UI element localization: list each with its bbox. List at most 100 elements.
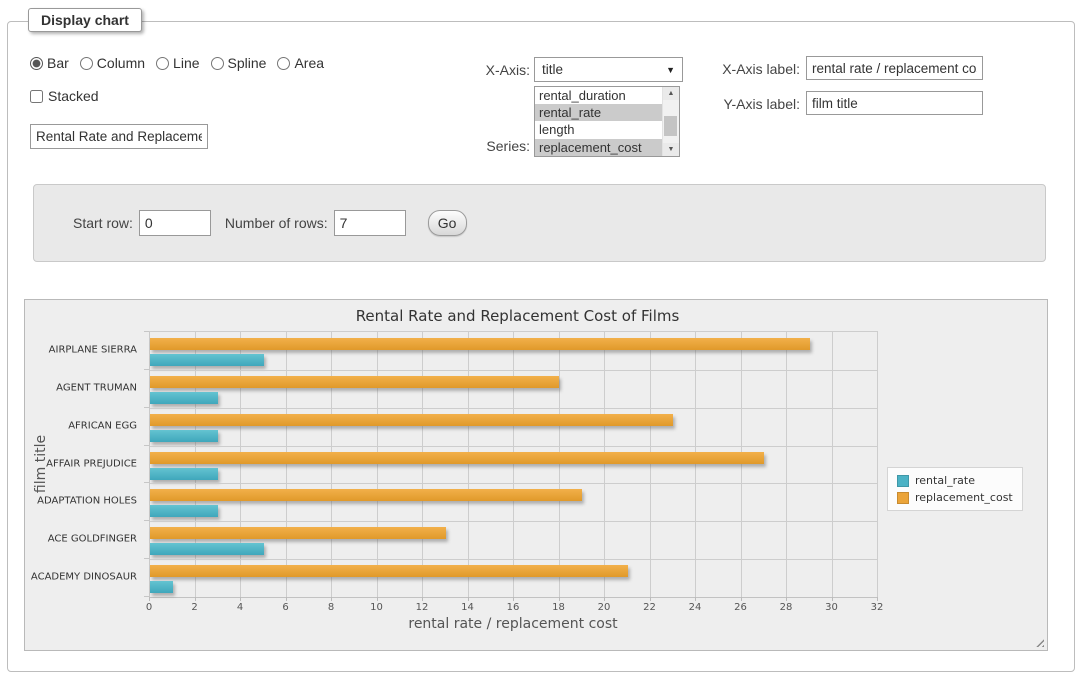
start-row-label: Start row: bbox=[73, 215, 133, 231]
start-row-input[interactable] bbox=[139, 210, 211, 236]
yaxis-label-field-label: Y-Axis label: bbox=[650, 96, 800, 112]
legend-label: replacement_cost bbox=[915, 491, 1013, 504]
category-gridline bbox=[150, 559, 878, 560]
scrollbar-thumb[interactable] bbox=[664, 116, 677, 136]
panel-title: Display chart bbox=[28, 8, 142, 32]
bar-rental_rate[interactable] bbox=[150, 392, 218, 404]
y-axis-tick-mark bbox=[144, 482, 149, 483]
x-axis-tick-mark bbox=[559, 597, 560, 601]
chart-type-radio-spline[interactable] bbox=[211, 57, 224, 70]
x-axis-tick-label: 6 bbox=[274, 602, 298, 613]
bar-replacement_cost[interactable] bbox=[150, 527, 446, 539]
category-label: ACADEMY DINOSAUR bbox=[25, 572, 137, 583]
x-gridline bbox=[604, 332, 605, 597]
chart-type-radio-column[interactable] bbox=[80, 57, 93, 70]
x-axis-title: rental rate / replacement cost bbox=[149, 616, 877, 632]
x-axis-tick-label: 26 bbox=[729, 602, 753, 613]
chart-type-option-column[interactable]: Column bbox=[80, 55, 145, 71]
x-axis-tick-mark bbox=[377, 597, 378, 601]
bar-rental_rate[interactable] bbox=[150, 354, 264, 366]
bar-replacement_cost[interactable] bbox=[150, 376, 559, 388]
x-axis-tick-label: 32 bbox=[865, 602, 889, 613]
bar-rental_rate[interactable] bbox=[150, 430, 218, 442]
bar-replacement_cost[interactable] bbox=[150, 338, 810, 350]
y-axis-tick-mark bbox=[144, 445, 149, 446]
bar-rental_rate[interactable] bbox=[150, 505, 218, 517]
go-button[interactable]: Go bbox=[428, 210, 467, 236]
legend-item-replacement_cost[interactable]: replacement_cost bbox=[897, 491, 1013, 504]
chart-type-radio-area[interactable] bbox=[277, 57, 290, 70]
chart-type-option-label: Spline bbox=[228, 55, 267, 71]
bar-rental_rate[interactable] bbox=[150, 468, 218, 480]
x-axis-tick-mark bbox=[786, 597, 787, 601]
legend-swatch-replacement_cost bbox=[897, 492, 909, 504]
x-axis-tick-mark bbox=[468, 597, 469, 601]
x-axis-tick-label: 2 bbox=[183, 602, 207, 613]
x-gridline bbox=[786, 332, 787, 597]
chart-type-option-label: Area bbox=[294, 55, 324, 71]
category-label: ACE GOLDFINGER bbox=[25, 534, 137, 545]
chart-type-option-area[interactable]: Area bbox=[277, 55, 324, 71]
chart-type-option-bar[interactable]: Bar bbox=[30, 55, 69, 71]
chart-type-option-label: Bar bbox=[47, 55, 69, 71]
num-rows-label: Number of rows: bbox=[225, 215, 328, 231]
legend-item-rental_rate[interactable]: rental_rate bbox=[897, 474, 1013, 487]
yaxis-label-input[interactable] bbox=[806, 91, 983, 115]
bar-rental_rate[interactable] bbox=[150, 581, 173, 593]
x-gridline bbox=[741, 332, 742, 597]
x-axis-tick-mark bbox=[695, 597, 696, 601]
chart-type-option-spline[interactable]: Spline bbox=[211, 55, 267, 71]
scroll-down-icon[interactable]: ▼ bbox=[663, 143, 679, 156]
chart-type-option-line[interactable]: Line bbox=[156, 55, 199, 71]
x-gridline bbox=[513, 332, 514, 597]
category-gridline bbox=[150, 446, 878, 447]
category-gridline bbox=[150, 521, 878, 522]
xaxis-label-input[interactable] bbox=[806, 56, 983, 80]
bar-replacement_cost[interactable] bbox=[150, 414, 673, 426]
category-gridline bbox=[150, 370, 878, 371]
x-gridline bbox=[877, 332, 878, 597]
xaxis-field-label: X-Axis: bbox=[380, 62, 530, 78]
chart-type-option-label: Column bbox=[97, 55, 145, 71]
bar-replacement_cost[interactable] bbox=[150, 452, 764, 464]
x-axis-tick-labels: 02468101214161820222426283032 bbox=[149, 602, 877, 616]
num-rows-input[interactable] bbox=[334, 210, 406, 236]
bar-replacement_cost[interactable] bbox=[150, 565, 628, 577]
x-gridline bbox=[195, 332, 196, 597]
category-label: ADAPTATION HOLES bbox=[25, 496, 137, 507]
resize-handle-icon[interactable] bbox=[1033, 636, 1044, 647]
x-gridline bbox=[695, 332, 696, 597]
x-axis-tick-mark bbox=[741, 597, 742, 601]
y-axis-tick-mark bbox=[144, 596, 149, 597]
stacked-checkbox[interactable] bbox=[30, 90, 43, 103]
y-axis-tick-mark bbox=[144, 558, 149, 559]
x-axis-tick-mark bbox=[331, 597, 332, 601]
stacked-label: Stacked bbox=[48, 88, 99, 104]
chart-type-radio-line[interactable] bbox=[156, 57, 169, 70]
y-axis-tick-mark bbox=[144, 520, 149, 521]
series-option-length[interactable]: length bbox=[535, 121, 662, 138]
chart-type-option-label: Line bbox=[173, 55, 199, 71]
chart-type-radio-group: Bar Column Line Spline Area bbox=[30, 55, 324, 71]
series-option-rental_duration[interactable]: rental_duration bbox=[535, 87, 662, 104]
bar-replacement_cost[interactable] bbox=[150, 489, 582, 501]
stacked-option[interactable]: Stacked bbox=[30, 88, 99, 104]
chart-type-radio-bar[interactable] bbox=[30, 57, 43, 70]
x-axis-tick-label: 14 bbox=[456, 602, 480, 613]
bar-rental_rate[interactable] bbox=[150, 543, 264, 555]
x-axis-tick-label: 8 bbox=[319, 602, 343, 613]
x-axis-tick-label: 28 bbox=[774, 602, 798, 613]
series-option-rental_rate[interactable]: rental_rate bbox=[535, 104, 662, 121]
y-axis-tick-mark bbox=[144, 331, 149, 332]
x-gridline bbox=[331, 332, 332, 597]
x-axis-tick-mark bbox=[195, 597, 196, 601]
chart-title-input[interactable] bbox=[30, 124, 208, 149]
x-axis-tick-mark bbox=[877, 597, 878, 601]
series-option-replacement_cost[interactable]: replacement_cost bbox=[535, 139, 662, 156]
x-gridline bbox=[422, 332, 423, 597]
xaxis-selected-value: title bbox=[542, 62, 563, 77]
category-label: AIRPLANE SIERRA bbox=[25, 344, 137, 355]
category-label: AGENT TRUMAN bbox=[25, 382, 137, 393]
category-gridline bbox=[150, 408, 878, 409]
category-gridline bbox=[150, 483, 878, 484]
